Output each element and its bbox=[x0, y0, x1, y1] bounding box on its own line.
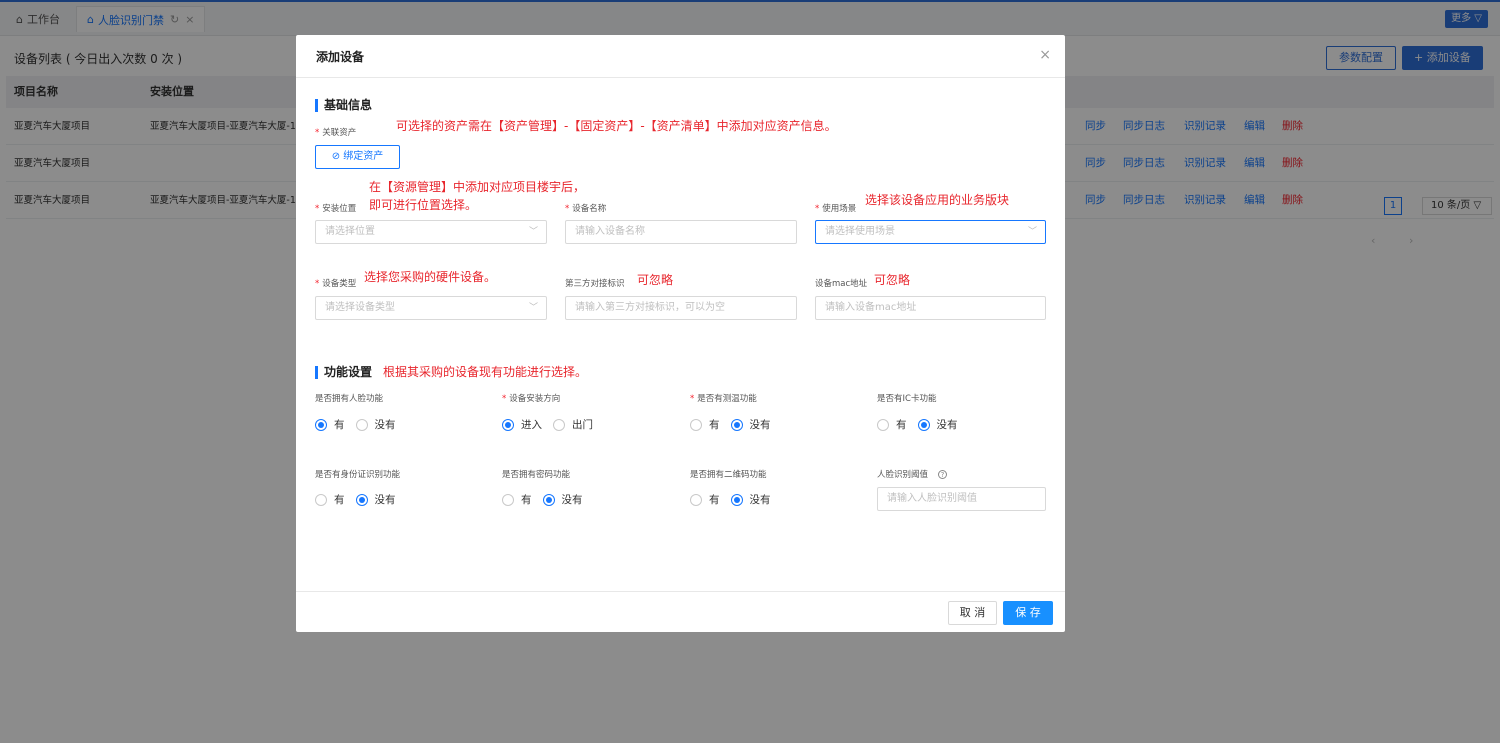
close-icon[interactable]: × bbox=[1039, 47, 1051, 63]
scene-select[interactable]: 请选择使用场景 ﹀ bbox=[815, 220, 1046, 244]
radio-option[interactable]: 有 bbox=[690, 492, 720, 507]
radio-selected[interactable] bbox=[730, 418, 743, 431]
modal-footer: 取 消 保 存 bbox=[296, 591, 1065, 632]
ic-card-radio: 有 没有 bbox=[877, 417, 969, 432]
id-card-label: 是否有身份证识别功能 bbox=[315, 470, 401, 480]
radio-selected[interactable] bbox=[355, 493, 368, 506]
device-name-input[interactable]: 请输入设备名称 bbox=[565, 220, 797, 244]
qrcode-radio: 有 没有 bbox=[690, 492, 782, 507]
chevron-down-icon: ﹀ bbox=[528, 227, 538, 237]
third-party-input[interactable]: 请输入第三方对接标识，可以为空 bbox=[565, 296, 797, 320]
annotation-location-2: 即可进行位置选择。 bbox=[369, 198, 478, 212]
chevron-down-icon: ﹀ bbox=[1027, 227, 1037, 237]
direction-label: * 设备安装方向 bbox=[502, 394, 561, 404]
direction-radio: 进入 出门 bbox=[502, 417, 604, 432]
modal-title: 添加设备 bbox=[316, 50, 365, 64]
face-function-radio: 有 没有 bbox=[315, 417, 407, 432]
annotation-third-party: 可忽略 bbox=[637, 273, 674, 287]
section-basic-info: 基础信息 bbox=[315, 99, 372, 112]
mac-label: 设备mac地址 bbox=[815, 279, 868, 289]
threshold-input[interactable]: 请输入人脸识别阈值 bbox=[877, 487, 1046, 511]
radio-unselected[interactable] bbox=[690, 493, 702, 506]
radio-option[interactable]: 有 bbox=[877, 417, 907, 432]
radio-option[interactable]: 没有 bbox=[917, 417, 958, 432]
radio-selected[interactable] bbox=[917, 418, 930, 431]
modal-header: 添加设备 × bbox=[296, 35, 1065, 78]
annotation-device-type: 选择您采购的硬件设备。 bbox=[364, 270, 497, 284]
third-party-label: 第三方对接标识 bbox=[565, 279, 625, 289]
radio-option[interactable]: 有 bbox=[690, 417, 720, 432]
cancel-button[interactable]: 取 消 bbox=[948, 601, 997, 625]
radio-unselected[interactable] bbox=[315, 493, 327, 506]
radio-option[interactable]: 有 bbox=[315, 492, 345, 507]
radio-option[interactable]: 没有 bbox=[355, 492, 396, 507]
annotation-mac: 可忽略 bbox=[874, 273, 911, 287]
asset-label: * 关联资产 bbox=[315, 128, 357, 138]
radio-option[interactable]: 有 bbox=[502, 492, 532, 507]
device-type-label: * 设备类型 bbox=[315, 279, 357, 289]
device-type-select[interactable]: 请选择设备类型 ﹀ bbox=[315, 296, 547, 320]
ic-card-label: 是否有IC卡功能 bbox=[877, 394, 937, 404]
save-button[interactable]: 保 存 bbox=[1003, 601, 1053, 625]
section-function-settings: 功能设置 bbox=[315, 366, 372, 379]
radio-option[interactable]: 没有 bbox=[355, 417, 396, 432]
radio-selected[interactable] bbox=[502, 418, 514, 431]
scene-label: * 使用场景 bbox=[815, 204, 857, 214]
radio-option[interactable]: 没有 bbox=[730, 417, 771, 432]
radio-selected[interactable] bbox=[315, 418, 327, 431]
radio-unselected[interactable] bbox=[502, 493, 514, 506]
radio-selected[interactable] bbox=[730, 493, 743, 506]
location-label: * 安装位置 bbox=[315, 204, 357, 214]
face-function-label: 是否拥有人脸功能 bbox=[315, 394, 384, 404]
temperature-radio: 有 没有 bbox=[690, 417, 782, 432]
chevron-down-icon: ﹀ bbox=[528, 303, 538, 313]
password-radio: 有 没有 bbox=[502, 492, 594, 507]
annotation-function: 根据其采购的设备现有功能进行选择。 bbox=[383, 365, 588, 379]
radio-option[interactable]: 有 bbox=[315, 417, 345, 432]
radio-option[interactable]: 没有 bbox=[730, 492, 771, 507]
radio-selected[interactable] bbox=[542, 493, 555, 506]
password-label: 是否拥有密码功能 bbox=[502, 470, 571, 480]
radio-unselected[interactable] bbox=[877, 418, 889, 431]
mac-input[interactable]: 请输入设备mac地址 bbox=[815, 296, 1046, 320]
radio-unselected[interactable] bbox=[553, 418, 565, 431]
threshold-label: 人脸识别阈值? bbox=[877, 468, 948, 480]
add-device-modal: 添加设备 × 基础信息 * 关联资产 可选择的资产需在【资产管理】-【固定资产】-… bbox=[296, 35, 1065, 632]
temperature-label: * 是否有测温功能 bbox=[690, 394, 757, 404]
question-icon[interactable]: ? bbox=[938, 470, 948, 479]
radio-option[interactable]: 进入 bbox=[502, 417, 542, 432]
device-name-label: * 设备名称 bbox=[565, 204, 607, 214]
radio-option[interactable]: 没有 bbox=[542, 492, 583, 507]
radio-unselected[interactable] bbox=[690, 418, 702, 431]
qrcode-label: 是否拥有二维码功能 bbox=[690, 470, 767, 480]
radio-unselected[interactable] bbox=[355, 418, 368, 431]
radio-option[interactable]: 出门 bbox=[553, 417, 593, 432]
bind-asset-button[interactable]: ⊘ 绑定资产 bbox=[315, 145, 400, 169]
annotation-scene: 选择该设备应用的业务版块 bbox=[865, 193, 1010, 207]
annotation-asset: 可选择的资产需在【资产管理】-【固定资产】-【资产清单】中添加对应资产信息。 bbox=[396, 119, 837, 133]
location-select[interactable]: 请选择位置 ﹀ bbox=[315, 220, 547, 244]
annotation-location: 在【资源管理】中添加对应项目楼宇后， bbox=[369, 180, 586, 194]
id-card-radio: 有 没有 bbox=[315, 492, 407, 507]
